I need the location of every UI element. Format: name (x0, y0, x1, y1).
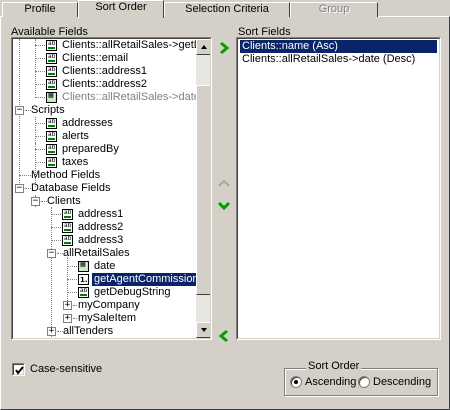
tree-folder-scripts[interactable]: − Scripts (13, 104, 198, 117)
tree-item[interactable]: ab address3 (13, 234, 198, 247)
ascending-label[interactable]: Ascending (305, 376, 356, 388)
text-field-icon: ab (46, 66, 57, 77)
arrow-up-icon (201, 45, 207, 49)
move-down-button[interactable] (216, 198, 232, 214)
collapse-icon[interactable]: − (31, 197, 40, 206)
tree-item[interactable]: ▦ Clients::allRetailSales->date (13, 91, 200, 104)
collapse-icon[interactable]: − (15, 106, 24, 115)
descending-radio[interactable] (358, 376, 370, 388)
tree-folder-method-fields[interactable]: Method Fields (13, 169, 198, 182)
tab-group[interactable]: Group (290, 2, 378, 17)
scroll-down-button[interactable] (196, 322, 210, 338)
tree-item[interactable]: ab preparedBy (13, 143, 198, 156)
text-field-icon: ab (62, 222, 73, 233)
add-to-sort-button[interactable] (216, 40, 232, 56)
tree-folder-mycompany[interactable]: + myCompany (13, 299, 198, 312)
text-field-icon: ab (46, 144, 57, 155)
arrow-up-icon (218, 179, 230, 187)
text-field-icon: ab (62, 235, 73, 246)
expand-icon[interactable]: + (63, 314, 72, 323)
text-field-icon: ab (46, 131, 57, 142)
tree-item[interactable]: ab Clients::address2 (13, 78, 198, 91)
tab-selection-criteria[interactable]: Selection Criteria (164, 2, 290, 17)
text-field-icon: ab (46, 53, 57, 64)
descending-label[interactable]: Descending (373, 376, 431, 388)
text-field-icon: ab (46, 157, 57, 168)
sort-order-title: Sort Order (306, 360, 362, 372)
date-field-icon: ▦ (78, 261, 89, 272)
date-field-icon: ▦ (46, 92, 57, 103)
expand-icon[interactable]: + (47, 327, 56, 336)
collapse-icon[interactable]: − (15, 184, 24, 193)
sort-fields-list[interactable]: Clients::name (Asc) Clients::allRetailSa… (236, 37, 441, 340)
text-field-icon: ab (46, 118, 57, 129)
tree-item[interactable]: ab address2 (13, 221, 198, 234)
tab-sort-order[interactable]: Sort Order (78, 0, 164, 18)
case-sensitive-checkbox[interactable] (12, 363, 25, 376)
move-up-button[interactable] (216, 175, 232, 191)
case-sensitive-label[interactable]: Case-sensitive (30, 363, 102, 375)
tree-item-selected[interactable]: 1.0 getAgentCommission (13, 272, 202, 287)
text-field-icon: ab (78, 287, 89, 298)
tree-item[interactable]: ab alerts (13, 130, 198, 143)
vertical-scrollbar[interactable] (196, 39, 210, 338)
available-fields-tree[interactable]: ab Clients::allRetailSales->getDe ab Cli… (11, 37, 212, 340)
tab-profile[interactable]: Profile (2, 2, 78, 17)
scroll-thumb[interactable] (196, 85, 210, 295)
checkmark-icon (15, 366, 24, 375)
tree-item[interactable]: ab getDebugString (13, 286, 198, 299)
sort-field-item-selected[interactable]: Clients::name (Asc) (240, 40, 437, 53)
text-field-icon: ab (62, 209, 73, 220)
scroll-up-button[interactable] (196, 39, 210, 55)
tab-strip: Profile Sort Order Selection Criteria Gr… (0, 0, 450, 18)
arrow-left-icon (218, 329, 228, 343)
remove-from-sort-button[interactable] (216, 328, 232, 344)
text-field-icon: ab (46, 40, 57, 51)
expand-icon[interactable]: + (63, 301, 72, 310)
tree-item[interactable]: ab Clients::email (13, 52, 198, 65)
tree-folder-clients[interactable]: − Clients (13, 195, 198, 208)
tree-item[interactable]: ab Clients::address1 (13, 65, 198, 78)
arrow-down-icon (201, 328, 207, 332)
text-field-icon: ab (46, 79, 57, 90)
tree-folder-allretailsales[interactable]: − allRetailSales (13, 247, 198, 260)
number-field-icon: 1.0 (78, 274, 89, 285)
tree-item[interactable]: ▦ date (13, 260, 198, 273)
tree-item[interactable]: ab address1 (13, 208, 198, 221)
tree-folder-database-fields[interactable]: − Database Fields (13, 182, 198, 195)
ascending-radio[interactable] (290, 376, 302, 388)
tree-folder-alltenders[interactable]: + allTenders (13, 325, 198, 338)
tree-item[interactable]: ab addresses (13, 117, 198, 130)
arrow-right-icon (220, 41, 230, 55)
collapse-icon[interactable]: − (47, 249, 56, 258)
tree-item[interactable]: ab taxes (13, 156, 198, 169)
arrow-down-icon (217, 201, 231, 211)
sort-field-item[interactable]: Clients::allRetailSales->date (Desc) (240, 53, 417, 66)
tree-folder-mysaleitem[interactable]: + mySaleItem (13, 312, 198, 325)
tree-item[interactable]: ab Clients::allRetailSales->getDe (13, 39, 208, 52)
